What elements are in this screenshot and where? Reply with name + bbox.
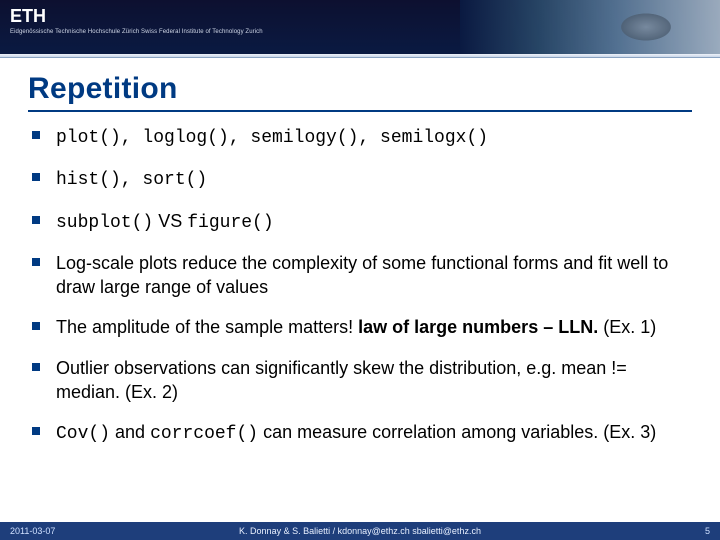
bullet-part: VS (153, 211, 187, 231)
bullet-part: Cov() (56, 424, 110, 444)
bullet-part: subplot() (56, 213, 153, 233)
bullet-text: Outlier observations can significantly s… (56, 358, 627, 402)
footer-bar: 2011-03-07 K. Donnay & S. Balietti / kdo… (0, 522, 720, 540)
logo-subtitle: Eidgenössische Technische Hochschule Zür… (10, 29, 263, 35)
footer-page: 5 (705, 526, 710, 536)
list-item: Outlier observations can significantly s… (28, 356, 692, 405)
footer-center: K. Donnay & S. Balietti / kdonnay@ethz.c… (239, 526, 481, 536)
footer-date: 2011-03-07 (10, 526, 55, 536)
list-item: Log-scale plots reduce the complexity of… (28, 251, 692, 300)
bullet-text: plot(), loglog(), semilogy(), semilogx() (56, 128, 488, 148)
list-item: subplot() VS figure() (28, 209, 692, 235)
list-item: plot(), loglog(), semilogy(), semilogx() (28, 124, 692, 150)
bullet-text: Log-scale plots reduce the complexity of… (56, 253, 668, 297)
slide-title: Repetition (28, 72, 692, 112)
bullet-part: can measure correlation among variables.… (258, 422, 656, 442)
bullet-part: figure() (187, 213, 273, 233)
header-photo (460, 0, 720, 54)
bullet-list: plot(), loglog(), semilogy(), semilogx()… (28, 124, 692, 447)
bullet-part: (Ex. 1) (598, 317, 656, 337)
bullet-part: The amplitude of the sample matters! (56, 317, 358, 337)
header-bar: ETH Eidgenössische Technische Hochschule… (0, 0, 720, 54)
bullet-part: law of large numbers – LLN. (358, 317, 598, 337)
list-item: hist(), sort() (28, 166, 692, 192)
eth-logo: ETH Eidgenössische Technische Hochschule… (10, 6, 263, 35)
bullet-text: hist(), sort() (56, 170, 207, 190)
list-item: The amplitude of the sample matters! law… (28, 315, 692, 339)
logo-text: ETH (10, 6, 263, 27)
slide-content: Repetition plot(), loglog(), semilogy(),… (0, 58, 720, 447)
bullet-part: corrcoef() (150, 424, 258, 444)
bullet-part: and (110, 422, 150, 442)
list-item: Cov() and corrcoef() can measure correla… (28, 420, 692, 446)
